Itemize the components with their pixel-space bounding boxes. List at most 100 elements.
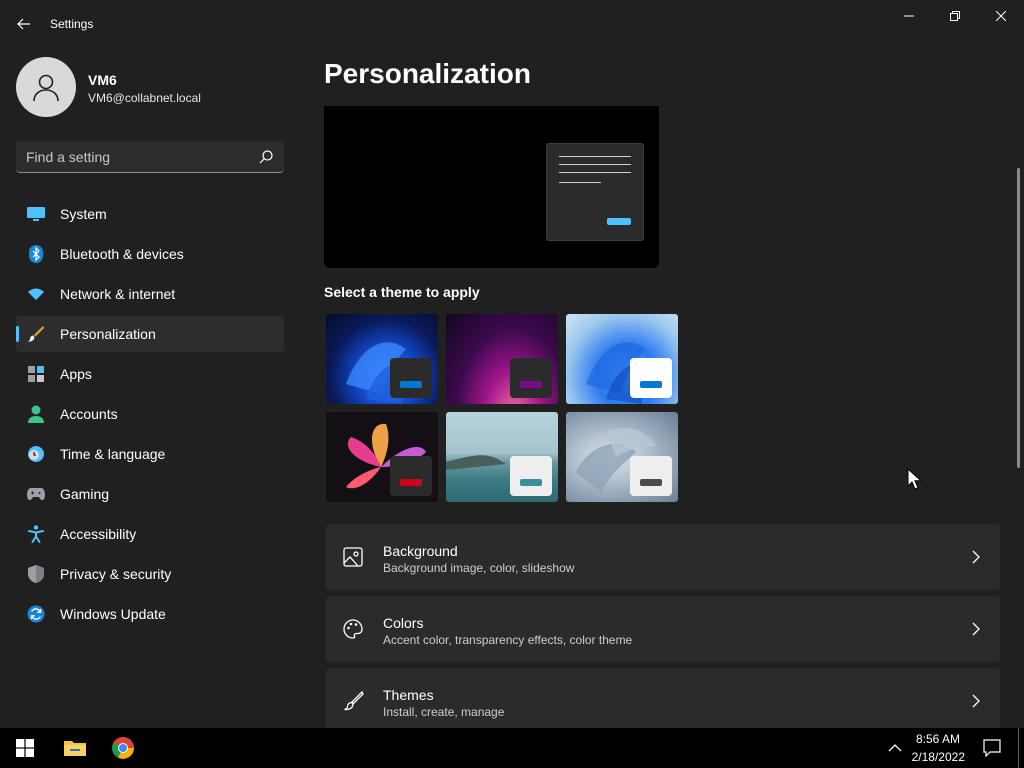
restore-button[interactable] bbox=[932, 0, 978, 32]
notifications-button[interactable] bbox=[979, 736, 1005, 760]
theme-windows-dark[interactable] bbox=[326, 314, 438, 404]
shield-icon bbox=[27, 565, 45, 583]
sidebar-nav: System Bluetooth & devices Network & int… bbox=[16, 196, 284, 636]
folder-icon bbox=[64, 741, 86, 756]
clock-time[interactable]: 8:56 AM bbox=[916, 732, 960, 746]
sidebar-item-accounts[interactable]: Accounts bbox=[16, 396, 284, 432]
sidebar-item-apps[interactable]: Apps bbox=[16, 356, 284, 392]
theme-accent-swatch bbox=[640, 381, 662, 388]
theme-accent-swatch bbox=[400, 381, 422, 388]
user-email: VM6@collabnet.local bbox=[88, 91, 201, 105]
theme-grid bbox=[326, 314, 682, 504]
card-title: Colors bbox=[383, 615, 424, 631]
theme-mini-window bbox=[510, 456, 552, 496]
card-subtitle: Install, create, manage bbox=[383, 705, 505, 719]
settings-window: Settings VM6 VM6@collabnet.local Find a … bbox=[0, 0, 1024, 728]
chrome-button[interactable] bbox=[110, 736, 136, 760]
brush-icon bbox=[344, 690, 364, 711]
theme-captured-motion[interactable] bbox=[326, 412, 438, 502]
sidebar-item-label: Apps bbox=[60, 366, 92, 382]
chrome-icon bbox=[112, 737, 134, 759]
sidebar-item-windows-update[interactable]: Windows Update bbox=[16, 596, 284, 632]
theme-windows-light[interactable] bbox=[566, 314, 678, 404]
sidebar-item-label: Gaming bbox=[60, 486, 110, 502]
background-card[interactable]: Background Background image, color, slid… bbox=[326, 524, 1000, 590]
sidebar-item-network-internet[interactable]: Network & internet bbox=[16, 276, 284, 312]
paintbrush-icon bbox=[27, 325, 45, 343]
wifi-icon bbox=[27, 285, 45, 303]
sidebar-item-personalization[interactable]: Personalization bbox=[16, 316, 284, 352]
theme-sunrise[interactable] bbox=[446, 412, 558, 502]
theme-mini-window bbox=[630, 358, 672, 398]
sidebar-item-privacy-security[interactable]: Privacy & security bbox=[16, 556, 284, 592]
card-title: Themes bbox=[383, 687, 434, 703]
sidebar-item-label: Accessibility bbox=[60, 526, 137, 542]
preview-accent-button bbox=[607, 218, 631, 225]
sidebar-item-label: Bluetooth & devices bbox=[60, 246, 184, 262]
sidebar-item-time-language[interactable]: Time & language bbox=[16, 436, 284, 472]
palette-icon bbox=[343, 619, 363, 639]
restore-icon bbox=[950, 11, 960, 21]
close-button[interactable] bbox=[978, 0, 1024, 32]
scrollbar-thumb[interactable] bbox=[1017, 168, 1020, 468]
sidebar-item-accessibility[interactable]: Accessibility bbox=[16, 516, 284, 552]
user-name: VM6 bbox=[88, 72, 117, 88]
search-input[interactable] bbox=[26, 147, 246, 167]
theme-mini-window bbox=[630, 456, 672, 496]
clock-globe-icon bbox=[27, 445, 45, 463]
bluetooth-icon bbox=[27, 245, 45, 263]
user-avatar[interactable] bbox=[16, 57, 76, 117]
apps-icon bbox=[27, 365, 45, 383]
selection-indicator bbox=[16, 326, 19, 342]
sidebar-item-label: System bbox=[60, 206, 107, 222]
sidebar-item-label: Windows Update bbox=[60, 606, 166, 622]
app-title: Settings bbox=[50, 17, 94, 31]
person-icon bbox=[33, 74, 59, 102]
sidebar-item-bluetooth-devices[interactable]: Bluetooth & devices bbox=[16, 236, 284, 272]
theme-accent-swatch bbox=[520, 479, 542, 486]
gamepad-icon bbox=[27, 485, 45, 503]
file-explorer-button[interactable] bbox=[62, 736, 88, 760]
theme-accent-swatch bbox=[400, 479, 422, 486]
personalization-content: Select a theme to apply Background Backg… bbox=[324, 106, 1000, 728]
back-button[interactable] bbox=[10, 12, 38, 36]
card-subtitle: Accent color, transparency effects, colo… bbox=[383, 633, 633, 647]
theme-preview bbox=[324, 106, 659, 268]
sidebar-item-label: Accounts bbox=[60, 406, 118, 422]
windows-logo-icon bbox=[16, 739, 34, 757]
sidebar-item-system[interactable]: System bbox=[16, 196, 284, 232]
clock-date[interactable]: 2/18/2022 bbox=[912, 750, 965, 764]
theme-accent-swatch bbox=[640, 479, 662, 486]
notification-icon bbox=[983, 739, 1001, 757]
card-subtitle: Background image, color, slideshow bbox=[383, 561, 575, 575]
theme-accent-swatch bbox=[520, 381, 542, 388]
preview-line bbox=[559, 164, 631, 165]
show-hidden-icons-button[interactable] bbox=[882, 736, 908, 760]
show-desktop-button[interactable] bbox=[1018, 728, 1019, 768]
monitor-icon bbox=[27, 205, 45, 223]
minimize-icon bbox=[904, 15, 914, 17]
theme-flow[interactable] bbox=[566, 412, 678, 502]
sidebar-item-gaming[interactable]: Gaming bbox=[16, 476, 284, 512]
themes-card[interactable]: Themes Install, create, manage bbox=[326, 668, 1000, 728]
accessibility-icon bbox=[27, 525, 45, 543]
search-box[interactable] bbox=[16, 141, 284, 173]
minimize-button[interactable] bbox=[886, 0, 932, 32]
preview-line bbox=[559, 182, 601, 183]
back-arrow-icon bbox=[17, 18, 30, 30]
theme-mini-window bbox=[390, 456, 432, 496]
theme-glow[interactable] bbox=[446, 314, 558, 404]
colors-card[interactable]: Colors Accent color, transparency effect… bbox=[326, 596, 1000, 662]
sidebar-item-label: Network & internet bbox=[60, 286, 176, 302]
start-button[interactable] bbox=[12, 736, 38, 760]
card-title: Background bbox=[383, 543, 458, 559]
themes-heading: Select a theme to apply bbox=[324, 284, 480, 300]
close-icon bbox=[996, 11, 1006, 21]
person-icon bbox=[27, 405, 45, 423]
mouse-cursor-icon bbox=[907, 468, 921, 490]
sidebar-item-label: Privacy & security bbox=[60, 566, 172, 582]
theme-mini-window bbox=[390, 358, 432, 398]
search-icon[interactable] bbox=[258, 149, 274, 165]
preview-line bbox=[559, 172, 631, 173]
chevron-up-icon bbox=[888, 744, 902, 752]
